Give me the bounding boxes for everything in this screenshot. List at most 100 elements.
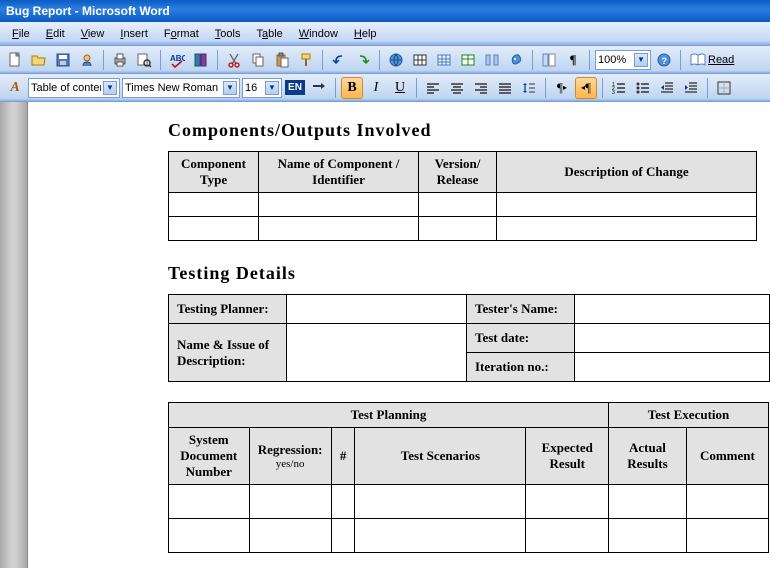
excel-button[interactable] bbox=[457, 49, 479, 71]
menu-insert[interactable]: Insert bbox=[112, 26, 156, 42]
menu-file[interactable]: File bbox=[4, 26, 38, 42]
cell[interactable] bbox=[287, 295, 467, 324]
tables-borders-button[interactable] bbox=[409, 49, 431, 71]
print-button[interactable] bbox=[109, 49, 131, 71]
underline-button[interactable]: U bbox=[389, 77, 411, 99]
drawing-button[interactable] bbox=[505, 49, 527, 71]
bold-button[interactable]: B bbox=[341, 77, 363, 99]
table-row[interactable] bbox=[169, 193, 757, 217]
cell[interactable] bbox=[575, 324, 770, 353]
chevron-down-icon: ▼ bbox=[223, 81, 237, 95]
testing-details-table: Testing Planner: Tester's Name: Name & I… bbox=[168, 294, 770, 382]
paste-button[interactable] bbox=[271, 49, 293, 71]
table-row[interactable] bbox=[169, 519, 769, 553]
rtl-para-button[interactable]: ◂¶ bbox=[575, 77, 597, 99]
increase-indent-button[interactable] bbox=[680, 77, 702, 99]
cell[interactable] bbox=[575, 353, 770, 382]
menu-window[interactable]: Window bbox=[291, 26, 346, 42]
justify-button[interactable] bbox=[494, 77, 516, 99]
style-combo[interactable]: Table of conter ▼ bbox=[28, 78, 120, 98]
read-label: Read bbox=[708, 54, 734, 66]
redo-button[interactable] bbox=[352, 49, 374, 71]
columns-button[interactable] bbox=[481, 49, 503, 71]
menu-help[interactable]: Help bbox=[346, 26, 385, 42]
separator bbox=[589, 50, 590, 70]
col-name-identifier: Name of Component / Identifier bbox=[259, 152, 419, 193]
open-button[interactable] bbox=[28, 49, 50, 71]
label-iteration: Iteration no.: bbox=[467, 353, 575, 382]
menu-bar: File Edit View Insert Format Tools Table… bbox=[0, 22, 770, 46]
separator bbox=[680, 50, 681, 70]
heading-components: Components/Outputs Involved bbox=[168, 120, 770, 141]
document-area[interactable]: Components/Outputs Involved Component Ty… bbox=[28, 102, 770, 568]
format-painter-button[interactable] bbox=[295, 49, 317, 71]
bullets-button[interactable] bbox=[632, 77, 654, 99]
doc-map-button[interactable] bbox=[538, 49, 560, 71]
table-row[interactable] bbox=[169, 485, 769, 519]
svg-text:?: ? bbox=[662, 56, 668, 66]
col-hash: # bbox=[331, 428, 355, 485]
zoom-value: 100% bbox=[598, 54, 632, 66]
align-center-button[interactable] bbox=[446, 77, 468, 99]
align-left-button[interactable] bbox=[422, 77, 444, 99]
menu-format[interactable]: Format bbox=[156, 26, 207, 42]
align-right-button[interactable] bbox=[470, 77, 492, 99]
separator bbox=[602, 78, 603, 98]
numbering-button[interactable]: 123 bbox=[608, 77, 630, 99]
read-button[interactable]: Read bbox=[686, 53, 738, 67]
cell[interactable] bbox=[575, 295, 770, 324]
line-spacing-button[interactable] bbox=[518, 77, 540, 99]
svg-text:ABC: ABC bbox=[170, 54, 185, 63]
col-actual: Actual Results bbox=[609, 428, 687, 485]
show-hide-button[interactable]: ¶ bbox=[562, 49, 584, 71]
menu-edit[interactable]: Edit bbox=[38, 26, 73, 42]
menu-tools[interactable]: Tools bbox=[207, 26, 249, 42]
menu-view[interactable]: View bbox=[73, 26, 113, 42]
style-value: Table of conter bbox=[31, 82, 101, 94]
cell[interactable] bbox=[287, 324, 467, 382]
menu-table[interactable]: Table bbox=[248, 26, 290, 42]
permission-button[interactable] bbox=[76, 49, 98, 71]
separator bbox=[545, 78, 546, 98]
copy-button[interactable] bbox=[247, 49, 269, 71]
print-preview-button[interactable] bbox=[133, 49, 155, 71]
borders-button[interactable] bbox=[713, 77, 735, 99]
italic-button[interactable]: I bbox=[365, 77, 387, 99]
ltr-icon[interactable] bbox=[308, 77, 330, 99]
hyperlink-button[interactable] bbox=[385, 49, 407, 71]
styles-pane-button[interactable]: A bbox=[4, 77, 26, 99]
col-comment: Comment bbox=[686, 428, 768, 485]
title-bar: Bug Report - Microsoft Word bbox=[0, 0, 770, 22]
save-button[interactable] bbox=[52, 49, 74, 71]
spelling-button[interactable]: ABC bbox=[166, 49, 188, 71]
ltr-para-button[interactable]: ¶▸ bbox=[551, 77, 573, 99]
font-combo[interactable]: Times New Roman ▼ bbox=[122, 78, 240, 98]
label-test-date: Test date: bbox=[467, 324, 575, 353]
test-planning-table: Test Planning Test Execution System Docu… bbox=[168, 402, 769, 553]
chevron-down-icon: ▼ bbox=[103, 81, 117, 95]
zoom-combo[interactable]: 100% ▼ bbox=[595, 50, 651, 70]
insert-table-button[interactable] bbox=[433, 49, 455, 71]
label-name-issue: Name & Issue of Description: bbox=[169, 324, 287, 382]
table-row[interactable] bbox=[169, 217, 757, 241]
undo-button[interactable] bbox=[328, 49, 350, 71]
help-button[interactable]: ? bbox=[653, 49, 675, 71]
left-margin bbox=[0, 102, 28, 568]
new-doc-button[interactable] bbox=[4, 49, 26, 71]
workspace: Components/Outputs Involved Component Ty… bbox=[0, 102, 770, 568]
separator bbox=[532, 50, 533, 70]
cut-button[interactable] bbox=[223, 49, 245, 71]
separator bbox=[707, 78, 708, 98]
col-regression: Regression: yes/no bbox=[249, 428, 331, 485]
label-testing-planner: Testing Planner: bbox=[169, 295, 287, 324]
col-version: Version/ Release bbox=[419, 152, 497, 193]
font-size-combo[interactable]: 16 ▼ bbox=[242, 78, 282, 98]
col-scenarios: Test Scenarios bbox=[355, 428, 526, 485]
window-title: Bug Report - Microsoft Word bbox=[6, 4, 170, 18]
col-sysdoc: System Document Number bbox=[169, 428, 250, 485]
research-button[interactable] bbox=[190, 49, 212, 71]
separator bbox=[416, 78, 417, 98]
language-button[interactable]: EN bbox=[284, 77, 306, 99]
decrease-indent-button[interactable] bbox=[656, 77, 678, 99]
separator bbox=[103, 50, 104, 70]
